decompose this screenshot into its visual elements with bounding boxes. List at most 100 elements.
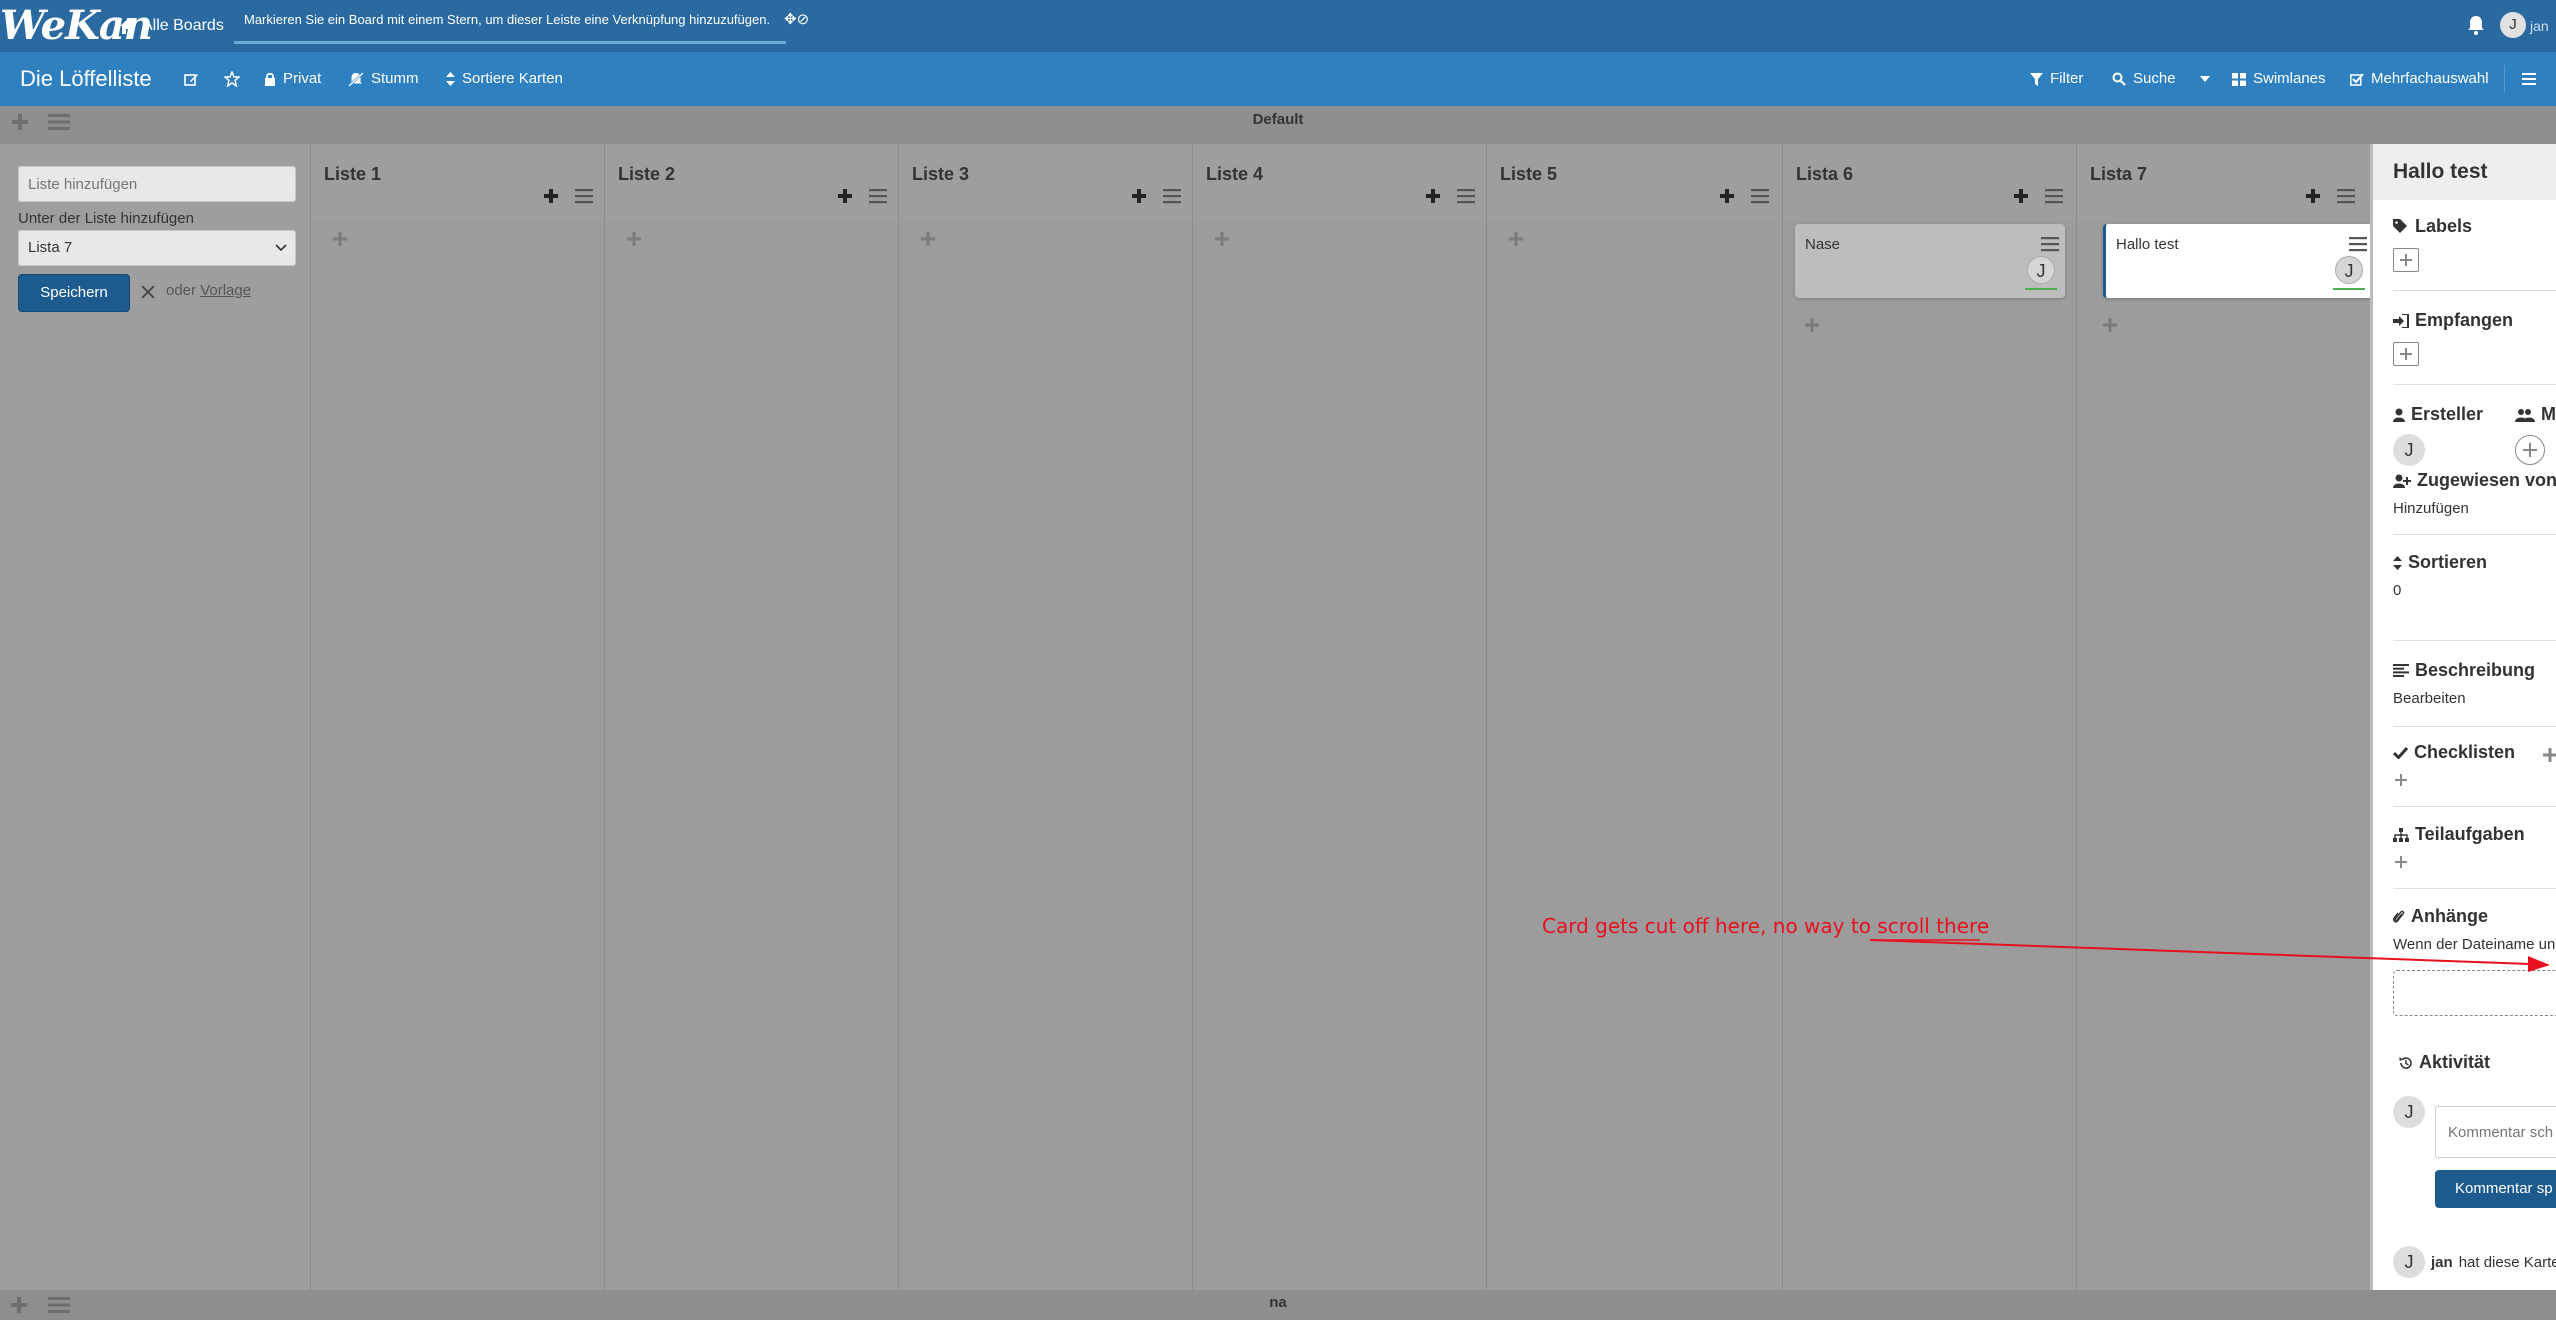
add-card-icon[interactable] — [1215, 232, 1229, 246]
visibility-button[interactable]: Privat — [264, 52, 321, 106]
add-card-top-icon[interactable] — [1719, 188, 1735, 204]
list-title[interactable]: Lista 6 — [1796, 164, 1853, 185]
list-title[interactable]: Liste 2 — [618, 164, 675, 185]
card-member-indicator — [2025, 288, 2057, 290]
wekan-logo[interactable]: WeKan — [0, 4, 153, 48]
add-card-icon[interactable] — [921, 232, 935, 246]
bell-icon[interactable] — [2466, 14, 2486, 36]
add-card-top-icon[interactable] — [543, 188, 559, 204]
save-list-button[interactable]: Speichern — [18, 274, 130, 312]
add-subtask-icon[interactable] — [2395, 856, 2407, 868]
add-received-date-button[interactable] — [2393, 342, 2419, 366]
description-edit-link[interactable]: Bearbeiten — [2393, 690, 2466, 707]
add-card-icon[interactable] — [1509, 232, 1523, 246]
swimlane-menu-icon[interactable] — [48, 112, 70, 132]
comment-user-avatar[interactable]: J — [2393, 1096, 2425, 1128]
creator-avatar[interactable]: J — [2393, 434, 2425, 466]
comment-input[interactable] — [2435, 1106, 2556, 1158]
list-title[interactable]: Liste 3 — [912, 164, 969, 185]
user-avatar[interactable]: J — [2500, 12, 2526, 38]
filter-button[interactable]: Filter — [2030, 52, 2083, 106]
add-card-icon[interactable] — [2103, 318, 2117, 332]
add-card-icon[interactable] — [627, 232, 641, 246]
list-title[interactable]: Liste 1 — [324, 164, 381, 185]
edit-icon — [184, 73, 198, 86]
swimlane-header: Default — [0, 106, 2556, 144]
card-menu-icon[interactable] — [2349, 236, 2367, 252]
list-menu-icon[interactable] — [869, 188, 887, 204]
section-divider — [2393, 726, 2556, 727]
sort-cards-button[interactable]: Sortiere Karten — [446, 52, 563, 106]
add-member-button[interactable] — [2515, 435, 2545, 465]
close-icon[interactable] — [140, 284, 156, 300]
activity-user-avatar[interactable]: J — [2393, 1246, 2425, 1278]
add-card-top-icon[interactable] — [837, 188, 853, 204]
visibility-label: Privat — [283, 70, 322, 87]
add-card-icon[interactable] — [1805, 318, 1819, 332]
card-member-avatar[interactable]: J — [2335, 256, 2363, 284]
edit-board-button[interactable] — [184, 52, 199, 106]
add-checklist-icon[interactable] — [2395, 774, 2407, 786]
template-link[interactable]: Vorlage — [200, 282, 251, 299]
list-column: Liste 4 — [1192, 144, 1487, 1290]
add-card-top-icon[interactable] — [2013, 188, 2029, 204]
board-title[interactable]: Die Löffelliste — [20, 52, 152, 106]
top-header: WeKan Alle Boards Markieren Sie ein Boar… — [0, 0, 2556, 52]
sort-icon — [2393, 555, 2402, 570]
move-icon[interactable]: ✥ — [784, 11, 797, 28]
plus-icon — [2400, 254, 2412, 266]
attachment-drop-zone[interactable] — [2393, 970, 2556, 1016]
section-divider — [2393, 290, 2556, 291]
list-menu-icon[interactable] — [2045, 188, 2063, 204]
add-card-top-icon[interactable] — [1425, 188, 1441, 204]
mute-button[interactable]: Stumm — [348, 52, 419, 106]
swimlane-title[interactable]: Default — [0, 106, 2556, 134]
all-boards-link[interactable]: Alle Boards — [120, 0, 224, 52]
view-dropdown-toggle[interactable] — [2200, 52, 2210, 106]
card-detail-title[interactable]: Hallo test — [2393, 160, 2488, 184]
card[interactable]: Nase J — [1795, 224, 2065, 298]
add-label-button[interactable] — [2393, 248, 2419, 272]
announcement-icons: ✥⊘ — [784, 10, 809, 28]
swimlane-menu-icon[interactable] — [48, 1296, 70, 1314]
section-divider — [2393, 806, 2556, 807]
list-title[interactable]: Lista 7 — [2090, 164, 2147, 185]
card-member-avatar[interactable]: J — [2027, 256, 2055, 284]
add-card-top-icon[interactable] — [1131, 188, 1147, 204]
add-card-icon[interactable] — [333, 232, 347, 246]
tags-icon — [2393, 219, 2407, 233]
board-menu-button[interactable] — [2522, 52, 2536, 106]
list-menu-icon[interactable] — [1163, 188, 1181, 204]
or-template-text: oder Vorlage — [166, 282, 251, 299]
list-menu-icon[interactable] — [575, 188, 593, 204]
add-card-top-icon[interactable] — [2305, 188, 2321, 204]
subtasks-section-title: Teilaufgaben — [2393, 824, 2525, 845]
add-list-input[interactable] — [18, 166, 296, 202]
list-menu-icon[interactable] — [1457, 188, 1475, 204]
card-selected[interactable]: Hallo test J — [2103, 224, 2373, 298]
search-button[interactable]: Suche — [2112, 52, 2176, 106]
multiselect-button[interactable]: Mehrfachauswahl — [2350, 52, 2489, 106]
board-header: Die Löffelliste Privat Stumm Sortiere Ka… — [0, 52, 2556, 106]
list-menu-icon[interactable] — [2337, 188, 2355, 204]
sort-value[interactable]: 0 — [2393, 582, 2401, 599]
board-view-button[interactable]: Swimlanes — [2232, 52, 2326, 106]
home-icon — [120, 18, 136, 34]
star-board-button[interactable] — [224, 52, 240, 106]
assigned-by-add-link[interactable]: Hinzufügen — [2393, 500, 2469, 517]
add-list-position-select[interactable]: Lista 7 — [18, 230, 296, 266]
add-swimlane-icon[interactable] — [10, 112, 30, 132]
list-title[interactable]: Liste 4 — [1206, 164, 1263, 185]
user-name[interactable]: jan — [2530, 18, 2549, 34]
list-menu-icon[interactable] — [1751, 188, 1769, 204]
add-swimlane-icon[interactable] — [10, 1296, 28, 1314]
hamburger-icon — [2522, 73, 2536, 85]
list-title[interactable]: Liste 5 — [1500, 164, 1557, 185]
ban-icon[interactable]: ⊘ — [797, 11, 810, 28]
submit-comment-button[interactable]: Kommentar sp — [2435, 1170, 2556, 1208]
activity-section-title: Aktivität — [2399, 1052, 2490, 1073]
card-menu-icon[interactable] — [2041, 236, 2059, 252]
add-checklist-top-icon[interactable] — [2543, 748, 2556, 762]
activity-user-name[interactable]: jan — [2431, 1254, 2453, 1271]
bottom-swimlane-title[interactable]: na — [0, 1294, 2556, 1311]
